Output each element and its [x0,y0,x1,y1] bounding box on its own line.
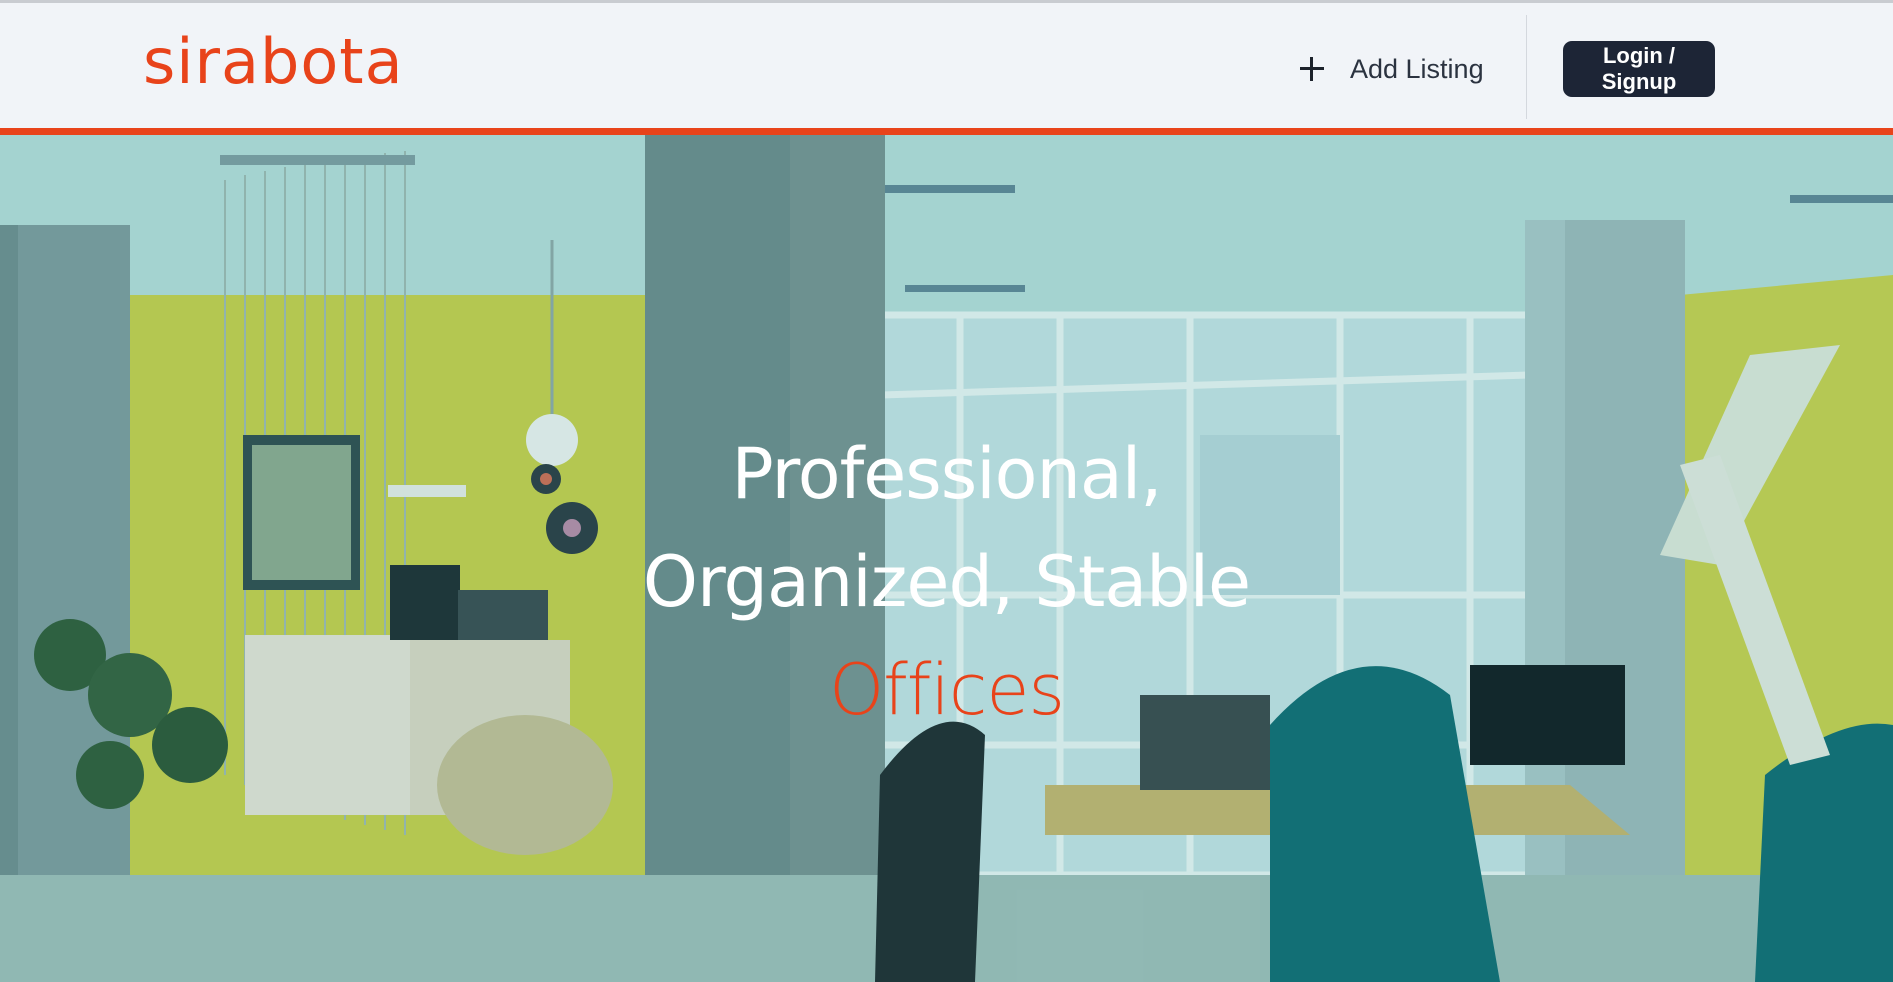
hero-section: Professional, Organized, Stable Offices [0,135,1893,982]
site-header: sirabota Add Listing Login / Signup [0,3,1893,130]
login-signup-button[interactable]: Login / Signup [1563,41,1715,97]
add-listing-label: Add Listing [1350,53,1484,84]
plus-icon [1300,57,1324,81]
add-listing-link[interactable]: Add Listing [1300,45,1484,93]
hero-accent-word: Offices [829,649,1065,731]
hero-headline-line1: Professional, [731,433,1163,515]
header-divider [1526,15,1527,119]
hero-headline-line2: Organized, Stable [642,541,1251,623]
hero-headline: Professional, Organized, Stable Offices [0,420,1893,744]
site-logo[interactable]: sirabota [143,27,404,97]
header-accent-bar [0,128,1893,135]
